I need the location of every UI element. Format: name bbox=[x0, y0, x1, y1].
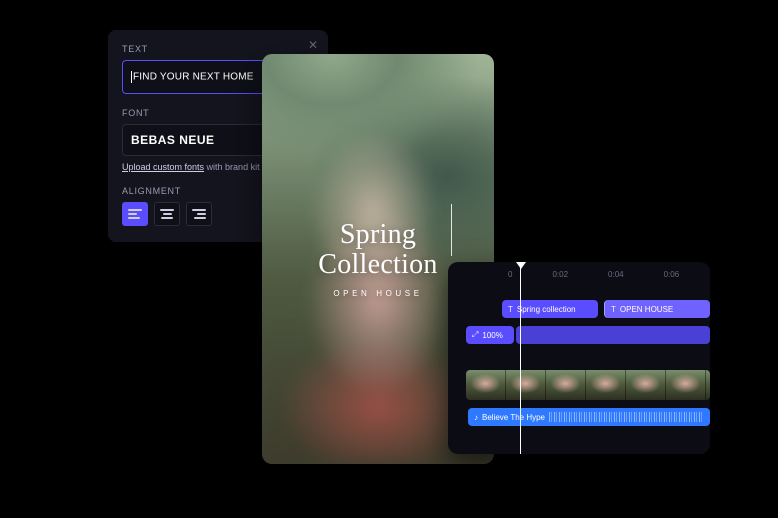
decorative-divider bbox=[451, 204, 452, 256]
align-left-button[interactable] bbox=[122, 202, 148, 226]
timeline-panel: 0 0:02 0:04 0:06 T Spring collection T O… bbox=[448, 262, 710, 454]
text-clip-openhouse[interactable]: T OPEN HOUSE bbox=[604, 300, 710, 318]
audio-waveform bbox=[549, 412, 704, 422]
align-right-button[interactable] bbox=[186, 202, 212, 226]
text-section-label: TEXT bbox=[122, 44, 314, 54]
video-thumb bbox=[586, 370, 626, 400]
video-thumb bbox=[506, 370, 546, 400]
ruler-tick: 0:04 bbox=[608, 270, 624, 286]
video-thumb bbox=[626, 370, 666, 400]
upload-fonts-link[interactable]: Upload custom fonts bbox=[122, 162, 204, 172]
music-icon: ♪ bbox=[474, 413, 478, 422]
video-track[interactable] bbox=[466, 370, 710, 400]
effect-clip-zoom[interactable]: ⤢ 100% bbox=[466, 326, 514, 344]
preview-subtitle: OPEN HOUSE bbox=[333, 289, 422, 298]
clip-label: Believe The Hype bbox=[482, 413, 545, 422]
video-thumb bbox=[546, 370, 586, 400]
audio-clip[interactable]: ♪ Believe The Hype bbox=[468, 408, 710, 426]
video-thumb bbox=[706, 370, 710, 400]
time-ruler[interactable]: 0 0:02 0:04 0:06 bbox=[448, 270, 710, 286]
ruler-tick: 0:06 bbox=[664, 270, 680, 286]
effect-icon: ⤢ bbox=[472, 330, 478, 340]
effect-clip-tail[interactable] bbox=[516, 326, 710, 344]
ruler-tick: 0 bbox=[508, 270, 512, 286]
clip-label: OPEN HOUSE bbox=[620, 305, 673, 314]
video-thumb bbox=[466, 370, 506, 400]
align-center-button[interactable] bbox=[154, 202, 180, 226]
clip-label: 100% bbox=[482, 331, 502, 340]
text-icon: T bbox=[611, 305, 616, 314]
preview-title: SpringCollection bbox=[318, 220, 437, 279]
text-input-value: FIND YOUR NEXT HOME bbox=[133, 72, 254, 83]
clip-label: Spring collection bbox=[517, 305, 576, 314]
font-value: BEBAS NEUE bbox=[131, 133, 214, 147]
text-icon: T bbox=[508, 305, 513, 314]
text-clip-spring[interactable]: T Spring collection bbox=[502, 300, 598, 318]
video-thumb bbox=[666, 370, 706, 400]
close-icon[interactable]: ✕ bbox=[308, 38, 318, 52]
ruler-tick: 0:02 bbox=[552, 270, 568, 286]
playhead[interactable] bbox=[520, 264, 521, 454]
tracks-area: T Spring collection T OPEN HOUSE ⤢ 100% … bbox=[448, 286, 710, 296]
